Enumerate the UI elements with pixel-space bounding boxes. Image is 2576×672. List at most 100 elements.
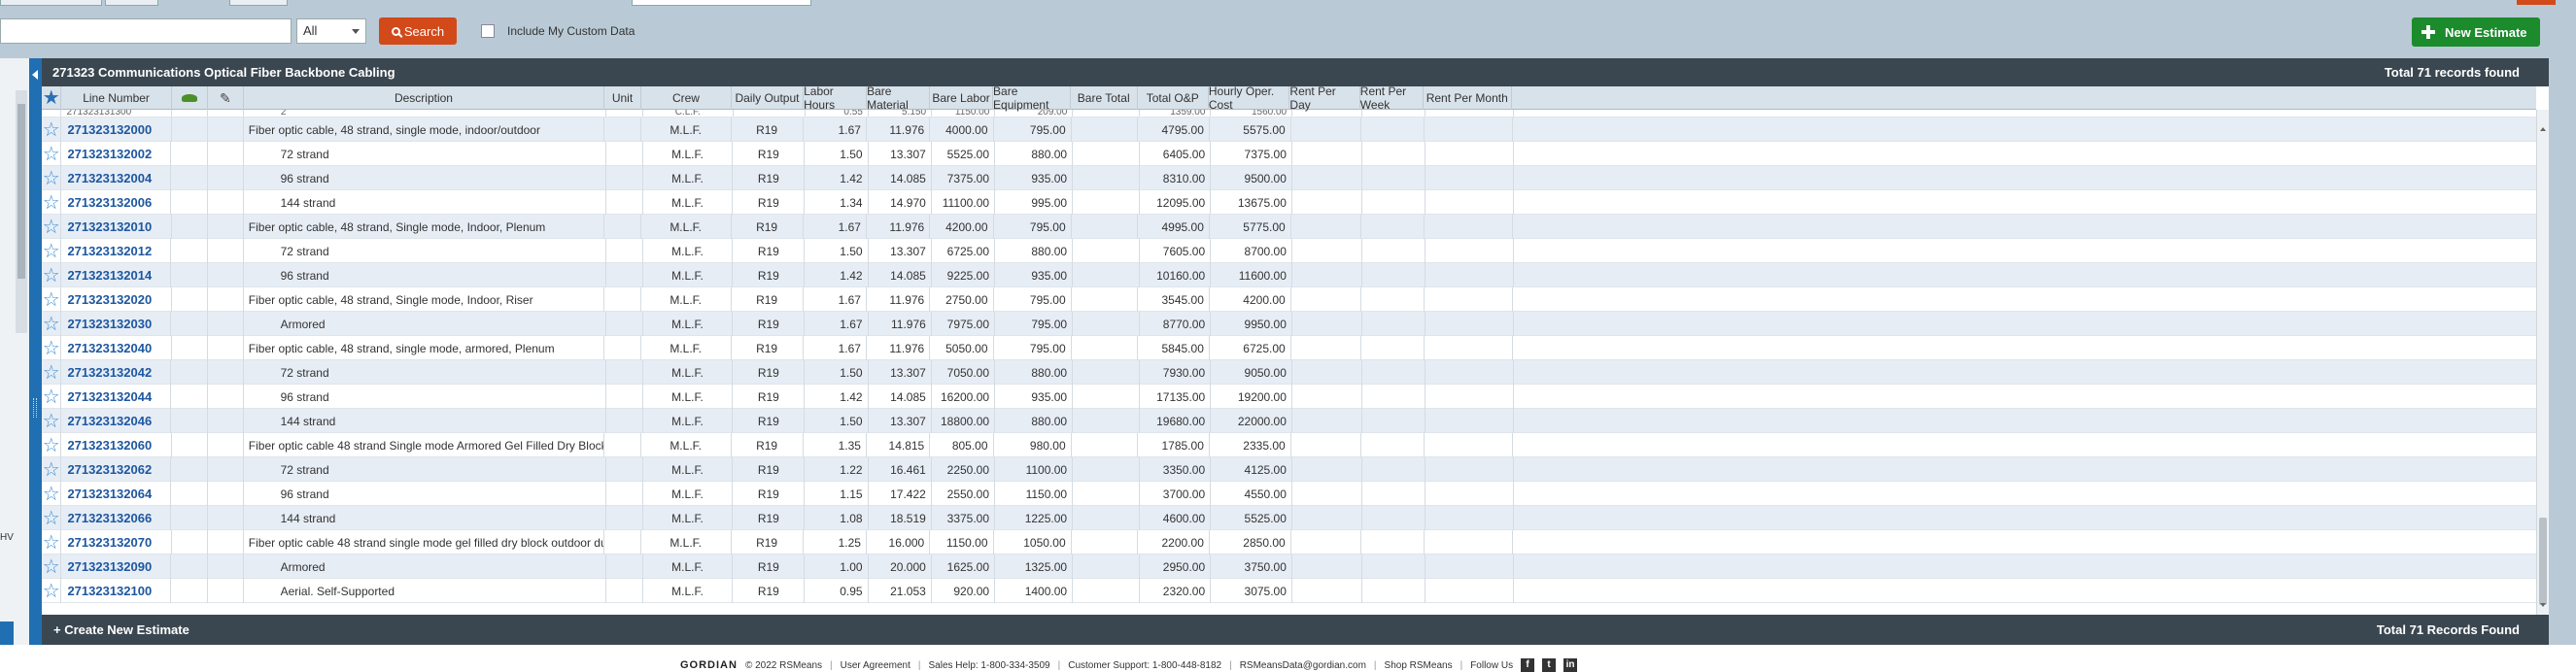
scroll-up-icon[interactable] (2540, 127, 2546, 131)
star-outline-icon[interactable]: ☆ (43, 193, 60, 213)
linkedin-icon[interactable]: in (1563, 658, 1578, 672)
row-line-number[interactable]: 271323132040 (61, 336, 172, 360)
row-line-number[interactable]: 271323132004 (61, 166, 172, 190)
line-number-link[interactable]: 271323132044 (61, 389, 152, 404)
table-row[interactable]: ☆ 271323132004 96 strand M.L.F. R19 1.42 14.08… (42, 166, 2536, 190)
line-number-link[interactable]: 271323132030 (61, 317, 152, 331)
top-tab[interactable] (105, 0, 158, 6)
star-outline-icon[interactable]: ☆ (43, 218, 60, 237)
row-line-number[interactable]: 271323132066 (61, 506, 172, 530)
row-favorite-cell[interactable]: ☆ (42, 166, 62, 190)
top-tab[interactable] (229, 0, 288, 6)
line-number-link[interactable]: 271323132090 (61, 559, 152, 574)
row-favorite-cell[interactable]: ☆ (42, 385, 62, 409)
line-number-link[interactable]: 271323132004 (61, 171, 152, 185)
row-favorite-cell[interactable]: ☆ (42, 554, 62, 579)
col-edit[interactable]: ✎ (208, 86, 244, 110)
row-line-number[interactable]: 271323132060 (61, 433, 172, 457)
row-favorite-cell[interactable]: ☆ (42, 215, 62, 239)
star-outline-icon[interactable]: ☆ (43, 460, 60, 480)
left-scrollbar-thumb[interactable] (17, 104, 25, 279)
table-row[interactable]: ☆ 271323132006 144 strand M.L.F. R19 1.34 14.9… (42, 190, 2536, 215)
table-row[interactable]: ☆ 271323132020 Fiber optic cable, 48 stran… (42, 287, 2536, 312)
row-favorite-cell[interactable]: ☆ (42, 409, 62, 433)
table-row[interactable]: ☆ 271323132042 72 strand M.L.F. R19 1.50 13.30… (42, 360, 2536, 385)
col-bare-material[interactable]: Bare Material (867, 84, 931, 112)
row-favorite-cell[interactable] (42, 110, 62, 117)
table-row[interactable]: ☆ 271323132030 Armored M.L.F. R19 1.67 11.976 7… (42, 312, 2536, 336)
col-rent-per-month[interactable]: Rent Per Month (1424, 86, 1512, 110)
row-line-number[interactable]: 271323132010 (61, 215, 172, 239)
top-tab[interactable] (0, 0, 102, 6)
table-row[interactable]: ☆ 271323132046 144 strand M.L.F. R19 1.50 13.3… (42, 409, 2536, 433)
table-row[interactable]: ☆ 271323132000 Fiber optic cable, 48 stran… (42, 118, 2536, 142)
email-link[interactable]: RSMeansData@gordian.com (1240, 660, 1366, 671)
table-row[interactable]: ☆ 271323132002 72 strand M.L.F. R19 1.50 13.30… (42, 142, 2536, 166)
grid-scrollbar-thumb[interactable] (2539, 518, 2547, 605)
line-number-link[interactable]: 271323132040 (61, 341, 152, 355)
create-new-estimate-link[interactable]: + Create New Estimate (53, 622, 189, 637)
star-outline-icon[interactable]: ☆ (43, 169, 60, 188)
top-action[interactable] (2517, 0, 2556, 5)
col-description[interactable]: Description (244, 86, 604, 110)
shop-link[interactable]: Shop RSMeans (1385, 660, 1453, 671)
line-number-link[interactable]: 271323132062 (61, 462, 152, 477)
star-outline-icon[interactable]: ☆ (43, 290, 60, 310)
col-bare-total[interactable]: Bare Total (1071, 86, 1138, 110)
line-number-link[interactable]: 271323132010 (61, 219, 152, 234)
star-outline-icon[interactable]: ☆ (43, 485, 60, 504)
left-scrollbar[interactable] (16, 90, 27, 333)
row-favorite-cell[interactable]: ☆ (42, 530, 62, 554)
collapse-bar[interactable] (29, 58, 42, 645)
row-line-number[interactable]: 271323132042 (61, 360, 172, 385)
table-row[interactable]: ☆ 271323132100 Aerial. Self-Supported M.L.F… (42, 579, 2536, 603)
row-favorite-cell[interactable]: ☆ (42, 190, 62, 215)
col-rent-per-day[interactable]: Rent Per Day (1289, 84, 1360, 112)
row-line-number[interactable]: 271323132014 (61, 263, 172, 287)
line-number-link[interactable]: 271323132002 (61, 147, 152, 161)
star-outline-icon[interactable]: ☆ (43, 145, 60, 164)
facebook-icon[interactable]: f (1521, 658, 1535, 672)
row-line-number[interactable]: 271323132090 (61, 554, 172, 579)
table-row[interactable]: ☆ 271323132060 Fiber optic cable 48 strand… (42, 433, 2536, 457)
col-bare-equipment[interactable]: Bare Equipment (993, 84, 1071, 112)
star-outline-icon[interactable]: ☆ (43, 436, 60, 455)
collapse-arrow-icon[interactable] (32, 70, 38, 80)
col-hourly-oper-cost[interactable]: Hourly Oper. Cost (1209, 84, 1290, 112)
row-line-number[interactable]: 271323132100 (61, 579, 172, 603)
row-favorite-cell[interactable]: ☆ (42, 336, 62, 360)
row-line-number[interactable]: 271323132000 (61, 118, 172, 142)
col-bare-labor[interactable]: Bare Labor (930, 86, 994, 110)
col-rent-per-week[interactable]: Rent Per Week (1360, 84, 1424, 112)
table-row[interactable]: ☆ 271323132044 96 strand M.L.F. R19 1.42 14.08… (42, 385, 2536, 409)
line-number-link[interactable]: 271323132064 (61, 487, 152, 501)
row-favorite-cell[interactable]: ☆ (42, 287, 62, 312)
row-line-number[interactable]: 271323132062 (61, 457, 172, 482)
twitter-icon[interactable]: t (1542, 658, 1557, 672)
line-number-link[interactable]: 271323132006 (61, 195, 152, 210)
row-favorite-cell[interactable]: ☆ (42, 263, 62, 287)
table-row[interactable]: ☆ 271323132066 144 strand M.L.F. R19 1.08 18.5… (42, 506, 2536, 530)
line-number-link[interactable]: 271323132070 (61, 535, 152, 550)
table-row[interactable]: ☆ 271323132062 72 strand M.L.F. R19 1.22 16.46… (42, 457, 2536, 482)
table-row[interactable]: ☆ 271323132014 96 strand M.L.F. R19 1.42 14.08… (42, 263, 2536, 287)
star-outline-icon[interactable]: ☆ (43, 242, 60, 261)
line-number-link[interactable]: 271323132012 (61, 244, 152, 258)
col-line-number[interactable]: Line Number (61, 86, 172, 110)
grid-scrollbar[interactable] (2536, 110, 2549, 615)
star-outline-icon[interactable]: ☆ (43, 557, 60, 577)
gordian-logo[interactable]: GORDIAN (680, 659, 738, 671)
table-row[interactable]: ☆ 271323132010 Fiber optic cable, 48 stran… (42, 215, 2536, 239)
row-line-number[interactable]: 271323131300 (61, 110, 172, 117)
line-number-link[interactable]: 271323132100 (61, 584, 152, 598)
star-outline-icon[interactable]: ☆ (43, 339, 60, 358)
custom-data-checkbox[interactable] (481, 24, 495, 38)
row-line-number[interactable]: 271323132044 (61, 385, 172, 409)
scroll-down-icon[interactable] (2540, 603, 2546, 607)
col-labor-hours[interactable]: Labor Hours (804, 84, 868, 112)
table-row[interactable]: ☆ 271323132090 Armored M.L.F. R19 1.00 20.000 1… (42, 554, 2536, 579)
row-favorite-cell[interactable]: ☆ (42, 239, 62, 263)
row-favorite-cell[interactable]: ☆ (42, 506, 62, 530)
row-favorite-cell[interactable]: ☆ (42, 360, 62, 385)
star-outline-icon[interactable]: ☆ (43, 315, 60, 334)
